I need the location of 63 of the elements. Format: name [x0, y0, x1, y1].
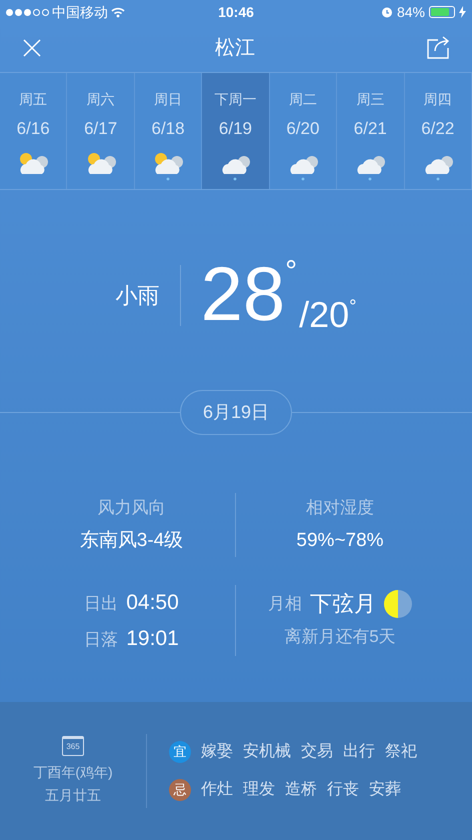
- charging-icon: [459, 6, 466, 18]
- half-moon-icon: [384, 590, 412, 618]
- weather-condition: 小雨: [116, 264, 181, 326]
- clock: 10:46: [218, 2, 254, 22]
- share-button[interactable]: [426, 36, 450, 60]
- degree-sign: °: [285, 257, 298, 287]
- sunset-label: 日落: [84, 628, 118, 650]
- weekday: 周日: [154, 90, 182, 109]
- wifi-icon: [111, 6, 125, 18]
- lunar-date: 五月廿五: [45, 786, 101, 805]
- moon-note: 离新月还有5天: [284, 626, 396, 648]
- weekday: 周四: [424, 90, 452, 109]
- wind-value: 东南风3-4级: [80, 528, 184, 552]
- alarm-icon: [380, 6, 393, 18]
- weekday: 周三: [356, 90, 384, 109]
- almanac-badge: 宜: [169, 741, 191, 763]
- almanac-item: 祭祀: [385, 742, 417, 762]
- carrier: 中国移动: [52, 2, 108, 22]
- wind-label: 风力风向: [98, 497, 166, 519]
- almanac-item: 理发: [243, 780, 275, 800]
- date: 6/22: [421, 118, 454, 140]
- almanac-item: 行丧: [327, 780, 359, 800]
- battery-percent: 84%: [396, 2, 425, 22]
- weekday: 周二: [288, 90, 317, 109]
- day-tab[interactable]: 周六 6/17: [67, 73, 135, 189]
- day-tab[interactable]: 周五 6/16: [0, 73, 68, 189]
- day-tab[interactable]: 周三 6/21: [337, 73, 405, 189]
- date-pill: 6月19日: [180, 390, 292, 435]
- low-temperature: /20: [299, 297, 350, 333]
- date: 6/16: [16, 118, 50, 140]
- city-title: 松江: [215, 36, 255, 61]
- moon-phase: 下弦月: [310, 590, 376, 618]
- almanac-item: 出行: [343, 742, 375, 762]
- battery-icon: [429, 6, 455, 18]
- weekday: 周五: [19, 90, 48, 109]
- humidity-label: 相对湿度: [306, 497, 374, 519]
- almanac-item: 作灶: [201, 780, 233, 800]
- degree-sign: °: [349, 297, 356, 315]
- weekday: 下周一: [214, 90, 256, 109]
- day-tab[interactable]: 周四 6/22: [404, 73, 472, 189]
- sunrise-time: 04:50: [126, 590, 179, 616]
- almanac-item: 安机械: [243, 742, 291, 762]
- almanac-badge: 忌: [169, 779, 191, 801]
- date: 6/19: [218, 118, 252, 140]
- lunar-year: 丁酉年(鸡年): [33, 763, 113, 782]
- almanac-item: 安葬: [369, 780, 401, 800]
- calendar-icon: 365: [62, 736, 84, 756]
- high-temperature: 28: [200, 257, 286, 333]
- sunrise-label: 日出: [84, 593, 118, 615]
- weekday: 周六: [86, 90, 115, 109]
- sunset-time: 19:01: [126, 626, 179, 652]
- day-tab[interactable]: 下周一 6/19: [202, 73, 270, 189]
- almanac-item: 交易: [301, 742, 333, 762]
- date: 6/18: [152, 118, 185, 140]
- date: 6/20: [286, 118, 320, 140]
- humidity-value: 59%~78%: [296, 528, 384, 552]
- date: 6/21: [354, 118, 387, 140]
- signal-icon: [6, 8, 49, 16]
- almanac-item: 造桥: [285, 780, 317, 800]
- almanac-item: 嫁娶: [201, 742, 233, 762]
- day-tab[interactable]: 周二 6/20: [270, 73, 338, 189]
- moon-label: 月相: [268, 592, 302, 615]
- date: 6/17: [84, 118, 118, 140]
